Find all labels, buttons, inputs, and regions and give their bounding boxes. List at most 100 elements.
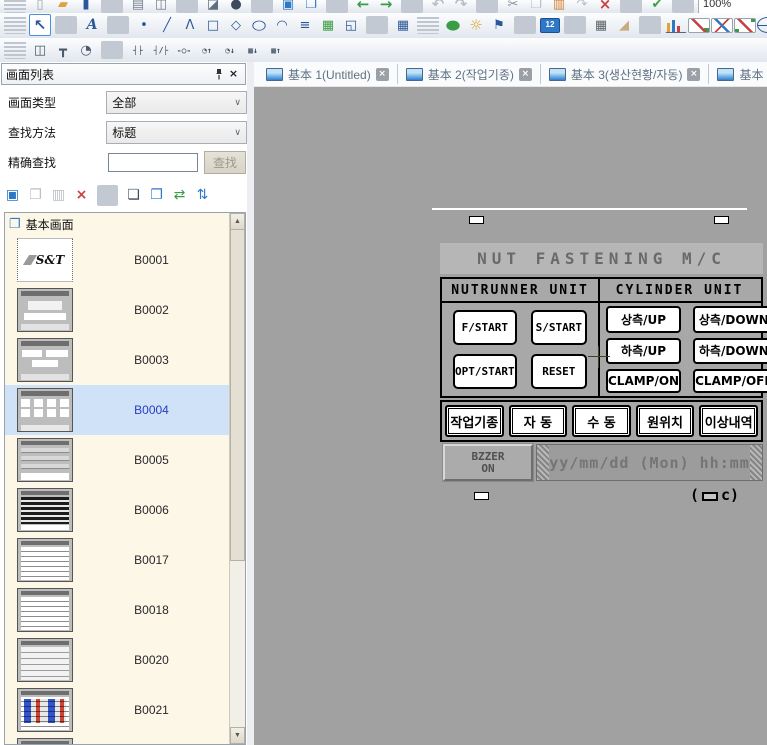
table-tool[interactable]: ▦ xyxy=(392,14,414,36)
trend-graph-tool[interactable] xyxy=(711,18,733,33)
design-canvas[interactable]: NUT FASTENING M/C NUTRUNNER UNIT CYLINDE… xyxy=(254,86,767,745)
word-up-icon[interactable]: ▦↑ xyxy=(265,39,287,61)
grid-tool[interactable]: ▦ xyxy=(590,14,612,36)
redo-icon[interactable]: ↷ xyxy=(450,0,472,14)
panel-splitter[interactable] xyxy=(247,62,254,745)
ruler-part-icon[interactable]: ◫ xyxy=(29,39,51,61)
contact-b-icon[interactable]: ┤/├ xyxy=(150,39,172,61)
text-tool[interactable]: A xyxy=(81,14,103,36)
date-part-tool[interactable]: 12 xyxy=(540,18,560,33)
undo-icon[interactable]: ↶ xyxy=(427,0,449,14)
cylinder-unit-header[interactable]: CYLINDER UNIT xyxy=(598,279,761,301)
design-handle[interactable] xyxy=(474,492,489,500)
hmi-mode-button[interactable]: 원위치 xyxy=(636,405,695,437)
moving-graph-tool[interactable] xyxy=(734,18,756,33)
contact-a-icon[interactable]: ┤├ xyxy=(127,39,149,61)
screen-list-item[interactable]: B0003 xyxy=(5,335,230,385)
delete-icon[interactable]: × xyxy=(594,0,616,14)
screen-list-item[interactable]: B0018 xyxy=(5,585,230,635)
ellipse-tool[interactable]: ○ xyxy=(244,14,274,36)
search-button[interactable]: 查找 xyxy=(204,151,246,174)
preview-monitor-icon[interactable]: ❏ xyxy=(123,185,144,206)
hmi-title-plate[interactable]: NUT FASTENING M/C xyxy=(440,243,763,274)
hmi-button[interactable]: OPT/START xyxy=(453,354,517,389)
prev-screen-icon[interactable]: ← xyxy=(352,0,374,14)
document-tab[interactable]: 基本 3(생산현황/자동) × xyxy=(540,64,709,84)
tblock-part-icon[interactable]: ┳ xyxy=(52,39,74,61)
arc-tool[interactable]: ◠ xyxy=(271,14,293,36)
screen-list-icon[interactable]: ❐ xyxy=(146,185,167,206)
button-part-tool[interactable]: ● xyxy=(438,14,468,36)
image-tool[interactable]: ▦ xyxy=(317,14,339,36)
hmi-unit-table[interactable]: NUTRUNNER UNIT CYLINDER UNIT F/START S/ST… xyxy=(440,277,763,398)
verify-icon[interactable]: ✔ xyxy=(646,0,668,14)
tab-close-icon[interactable]: × xyxy=(376,68,389,81)
doc-flag-icon[interactable]: ◪ xyxy=(202,0,224,14)
zoom-combobox[interactable]: 100% xyxy=(698,0,767,14)
globe-icon[interactable]: ● xyxy=(225,0,247,14)
scale-tool[interactable]: ≡ xyxy=(294,14,316,36)
hmi-button[interactable]: 하측/DOWN xyxy=(693,338,767,365)
print-preview-icon[interactable]: ◫ xyxy=(150,0,172,14)
screen-list-item[interactable]: S&T B0001 xyxy=(5,235,230,285)
hmi-button[interactable]: CLAMP/OFF xyxy=(693,369,767,393)
copyright-mark[interactable]: ( c) xyxy=(690,486,750,504)
design-handle[interactable] xyxy=(714,216,729,224)
gauge-down-icon[interactable]: ◔↓ xyxy=(219,39,241,61)
hmi-mode-button[interactable]: 자 동 xyxy=(509,405,568,437)
hmi-button[interactable]: F/START xyxy=(453,310,517,345)
hmi-button[interactable]: 상측/DOWN xyxy=(693,306,767,333)
screen-list-item[interactable]: B0020 xyxy=(5,635,230,685)
line-tool[interactable]: ╱ xyxy=(156,14,178,36)
target-tool[interactable] xyxy=(757,17,767,33)
screen-list-item[interactable]: B0006 xyxy=(5,485,230,535)
copy-icon[interactable]: ❐ xyxy=(525,0,547,14)
document-tab[interactable]: 基本 2(작업기종) × xyxy=(397,64,540,84)
line-graph-tool[interactable] xyxy=(688,18,710,33)
hmi-button[interactable]: S/START xyxy=(531,310,587,345)
screen-list-item[interactable]: B0002 xyxy=(5,285,230,335)
polyline-tool[interactable]: Λ xyxy=(179,14,201,36)
screen-list-item[interactable]: B0017 xyxy=(5,535,230,585)
design-handle[interactable] xyxy=(469,216,484,224)
copy-screen-icon[interactable]: ❐ xyxy=(25,185,46,206)
cut-icon[interactable]: ✂ xyxy=(502,0,524,14)
document-tab[interactable]: 基本 1(Untitled) × xyxy=(258,64,397,84)
screen-transfer-icon[interactable]: ⇄ xyxy=(169,185,190,206)
hmi-mode-button[interactable]: 작업기종 xyxy=(445,405,504,437)
screen-network-icon[interactable]: ⇅ xyxy=(192,185,213,206)
nutrunner-unit-header[interactable]: NUTRUNNER UNIT xyxy=(442,279,598,301)
hmi-button[interactable]: RESET xyxy=(531,354,587,389)
open-folder-icon[interactable]: ▰ xyxy=(52,0,74,14)
import-image-tool[interactable]: ◱ xyxy=(340,14,362,36)
coil-icon[interactable]: -○- xyxy=(173,39,195,61)
screen-type-select[interactable]: 全部 ∨ xyxy=(106,91,247,114)
exact-search-input[interactable] xyxy=(108,153,198,172)
datetime-display[interactable]: yy/mm/dd (Mon) hh:mm xyxy=(536,444,763,481)
scroll-down-icon[interactable]: ▼ xyxy=(230,727,245,744)
screen-copy-icon[interactable]: ❐ xyxy=(300,0,322,14)
hmi-mode-button[interactable]: 이상내역 xyxy=(699,405,758,437)
word-lamp-tool[interactable]: ⚑ xyxy=(488,14,510,36)
hmi-button[interactable]: CLAMP/ON xyxy=(606,369,681,393)
scroll-up-icon[interactable]: ▲ xyxy=(230,213,245,230)
tab-close-icon[interactable]: × xyxy=(519,68,532,81)
screen-blue-icon[interactable]: ▣ xyxy=(277,0,299,14)
new-screen-icon[interactable]: ▣ xyxy=(2,185,23,206)
delete-screen-icon[interactable]: × xyxy=(71,185,92,206)
word-down-icon[interactable]: ▦↓ xyxy=(242,39,264,61)
scrollbar-thumb[interactable] xyxy=(230,229,245,561)
screen-list-item[interactable] xyxy=(5,735,230,744)
screen-list-item[interactable]: B0005 xyxy=(5,435,230,485)
select-tool[interactable]: ↖ xyxy=(29,14,51,36)
bar-graph-tool[interactable] xyxy=(665,18,687,33)
bzzer-on-button[interactable]: BZZER ON xyxy=(443,444,533,481)
next-screen-icon[interactable]: → xyxy=(375,0,397,14)
new-doc-icon[interactable]: ▯ xyxy=(29,0,51,14)
gauge-up-icon[interactable]: ◔↑ xyxy=(196,39,218,61)
paste-icon[interactable]: ▥ xyxy=(548,0,570,14)
pin-icon[interactable] xyxy=(211,67,226,81)
hmi-mode-button[interactable]: 수 동 xyxy=(572,405,631,437)
document-tab[interactable]: 基本 5( × xyxy=(708,64,767,84)
list-scrollbar[interactable]: ▲ ▼ xyxy=(229,213,245,744)
